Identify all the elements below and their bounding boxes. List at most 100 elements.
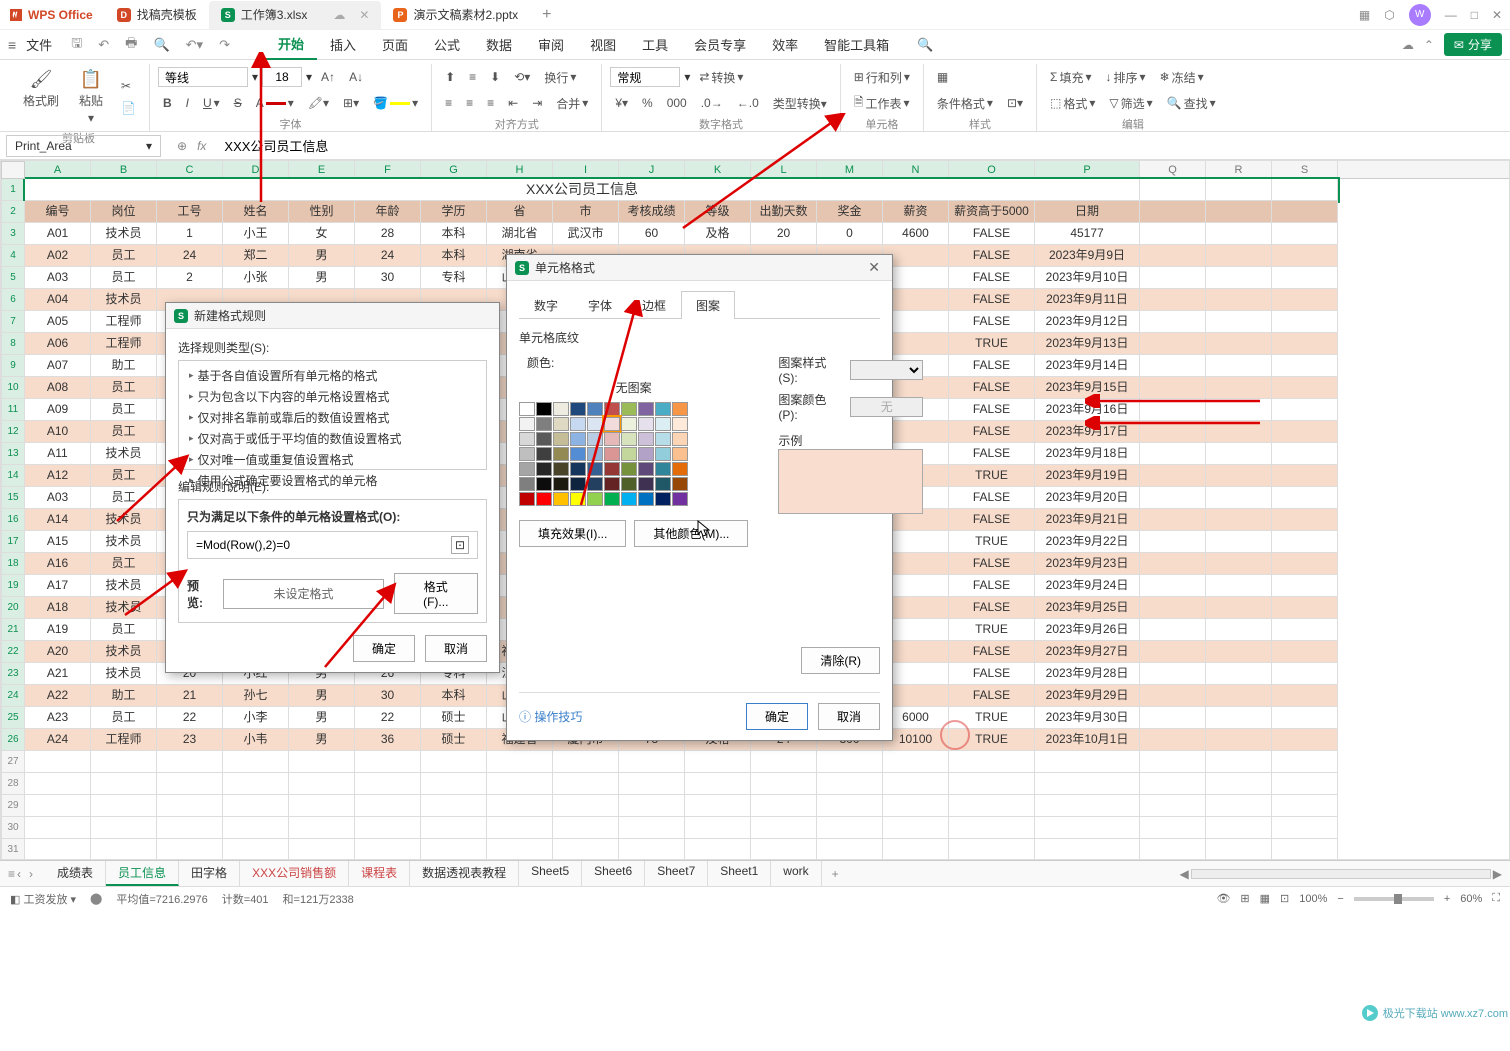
cell[interactable]: 2023年9月27日: [1035, 641, 1140, 663]
cell[interactable]: 岗位: [91, 201, 157, 223]
menu-icon[interactable]: ≡: [8, 37, 16, 53]
convert-button[interactable]: ⇄ 转换▾: [694, 66, 748, 89]
cell[interactable]: [1272, 839, 1338, 860]
cell[interactable]: A07: [25, 355, 91, 377]
cell[interactable]: 考核成绩: [619, 201, 685, 223]
cell[interactable]: FALSE: [949, 223, 1035, 245]
sheet-tab[interactable]: Sheet6: [582, 861, 645, 886]
color-swatch[interactable]: [621, 402, 637, 416]
percent-button[interactable]: %: [637, 93, 658, 113]
cell[interactable]: 本科: [421, 685, 487, 707]
indent-right-button[interactable]: ⇥: [527, 93, 547, 113]
number-format-input[interactable]: [610, 67, 680, 87]
cell[interactable]: 员工: [91, 421, 157, 443]
cell[interactable]: 30: [355, 267, 421, 289]
color-swatch[interactable]: [672, 492, 688, 506]
row-header[interactable]: 15: [1, 487, 25, 509]
color-swatch[interactable]: [570, 402, 586, 416]
row-header[interactable]: 21: [1, 619, 25, 641]
cell[interactable]: [157, 839, 223, 860]
cell[interactable]: [91, 817, 157, 839]
cell[interactable]: [157, 773, 223, 795]
cell[interactable]: 及格: [685, 223, 751, 245]
rowcol-button[interactable]: ⊞ 行和列▾: [849, 66, 915, 89]
cell[interactable]: 2023年9月24日: [1035, 575, 1140, 597]
ok-button[interactable]: 确定: [746, 703, 808, 730]
cell[interactable]: [1140, 641, 1206, 663]
color-swatch[interactable]: [536, 477, 552, 491]
cancel-button[interactable]: 取消: [425, 635, 487, 662]
cell[interactable]: [487, 817, 553, 839]
color-swatch[interactable]: [638, 432, 654, 446]
color-swatch[interactable]: [519, 447, 535, 461]
cell[interactable]: [355, 773, 421, 795]
cell[interactable]: 员工: [91, 377, 157, 399]
qat-undo2[interactable]: ↶▾: [183, 37, 206, 53]
color-swatch[interactable]: [587, 432, 603, 446]
cell[interactable]: 2: [157, 267, 223, 289]
cancel-button[interactable]: 取消: [818, 703, 880, 730]
color-swatch[interactable]: [536, 417, 552, 431]
cell[interactable]: [487, 751, 553, 773]
cell[interactable]: [817, 817, 883, 839]
cell[interactable]: [1206, 399, 1272, 421]
row-header[interactable]: 22: [1, 641, 25, 663]
menu-智能工具箱[interactable]: 智能工具箱: [811, 30, 902, 60]
cell[interactable]: 2023年9月19日: [1035, 465, 1140, 487]
cell[interactable]: 2023年9月15日: [1035, 377, 1140, 399]
cell[interactable]: 21: [157, 685, 223, 707]
cell[interactable]: 2023年9月21日: [1035, 509, 1140, 531]
cell[interactable]: [1272, 619, 1338, 641]
row-header[interactable]: 28: [1, 773, 25, 795]
cell[interactable]: [1140, 311, 1206, 333]
cell[interactable]: [1140, 663, 1206, 685]
color-swatch[interactable]: [655, 432, 671, 446]
cell[interactable]: 20: [751, 223, 817, 245]
cell[interactable]: [1140, 465, 1206, 487]
color-swatch[interactable]: [655, 477, 671, 491]
row-header[interactable]: 1: [1, 179, 25, 201]
cell[interactable]: [223, 751, 289, 773]
cell[interactable]: 2023年9月16日: [1035, 399, 1140, 421]
cell[interactable]: [1272, 421, 1338, 443]
cell[interactable]: [1206, 245, 1272, 267]
cell[interactable]: 男: [289, 729, 355, 751]
sort-button[interactable]: ↓ 排序▾: [1100, 66, 1150, 89]
cell[interactable]: [1206, 707, 1272, 729]
cell[interactable]: [1272, 245, 1338, 267]
cell[interactable]: 员工: [91, 487, 157, 509]
cell[interactable]: [619, 839, 685, 860]
cell[interactable]: A19: [25, 619, 91, 641]
rule-type-item[interactable]: 仅对唯一值或重复值设置格式: [179, 449, 486, 470]
cell[interactable]: 2023年9月30日: [1035, 707, 1140, 729]
sheet-tab[interactable]: XXX公司销售额: [240, 861, 349, 886]
cell[interactable]: 30: [355, 685, 421, 707]
row-header[interactable]: 10: [1, 377, 25, 399]
cell[interactable]: 工程师: [91, 311, 157, 333]
cell[interactable]: [1206, 179, 1272, 201]
cell[interactable]: 技术员: [91, 223, 157, 245]
col-header[interactable]: J: [619, 161, 685, 178]
color-swatch[interactable]: [536, 447, 552, 461]
cell[interactable]: FALSE: [949, 311, 1035, 333]
cell[interactable]: A24: [25, 729, 91, 751]
color-swatch[interactable]: [570, 492, 586, 506]
cell[interactable]: 性别: [289, 201, 355, 223]
cell[interactable]: 员工: [91, 465, 157, 487]
cell[interactable]: A22: [25, 685, 91, 707]
cell[interactable]: 2023年10月1日: [1035, 729, 1140, 751]
menu-插入[interactable]: 插入: [317, 30, 369, 60]
cell[interactable]: 省: [487, 201, 553, 223]
cell[interactable]: [685, 817, 751, 839]
color-swatch[interactable]: [536, 432, 552, 446]
cell[interactable]: [289, 839, 355, 860]
cell[interactable]: [1140, 509, 1206, 531]
cell[interactable]: [1206, 201, 1272, 223]
color-swatch[interactable]: [655, 417, 671, 431]
cell[interactable]: 薪资: [883, 201, 949, 223]
cell[interactable]: [25, 817, 91, 839]
cell[interactable]: [355, 795, 421, 817]
avatar[interactable]: W: [1409, 4, 1431, 26]
cell[interactable]: [1140, 729, 1206, 751]
cell[interactable]: [1272, 333, 1338, 355]
